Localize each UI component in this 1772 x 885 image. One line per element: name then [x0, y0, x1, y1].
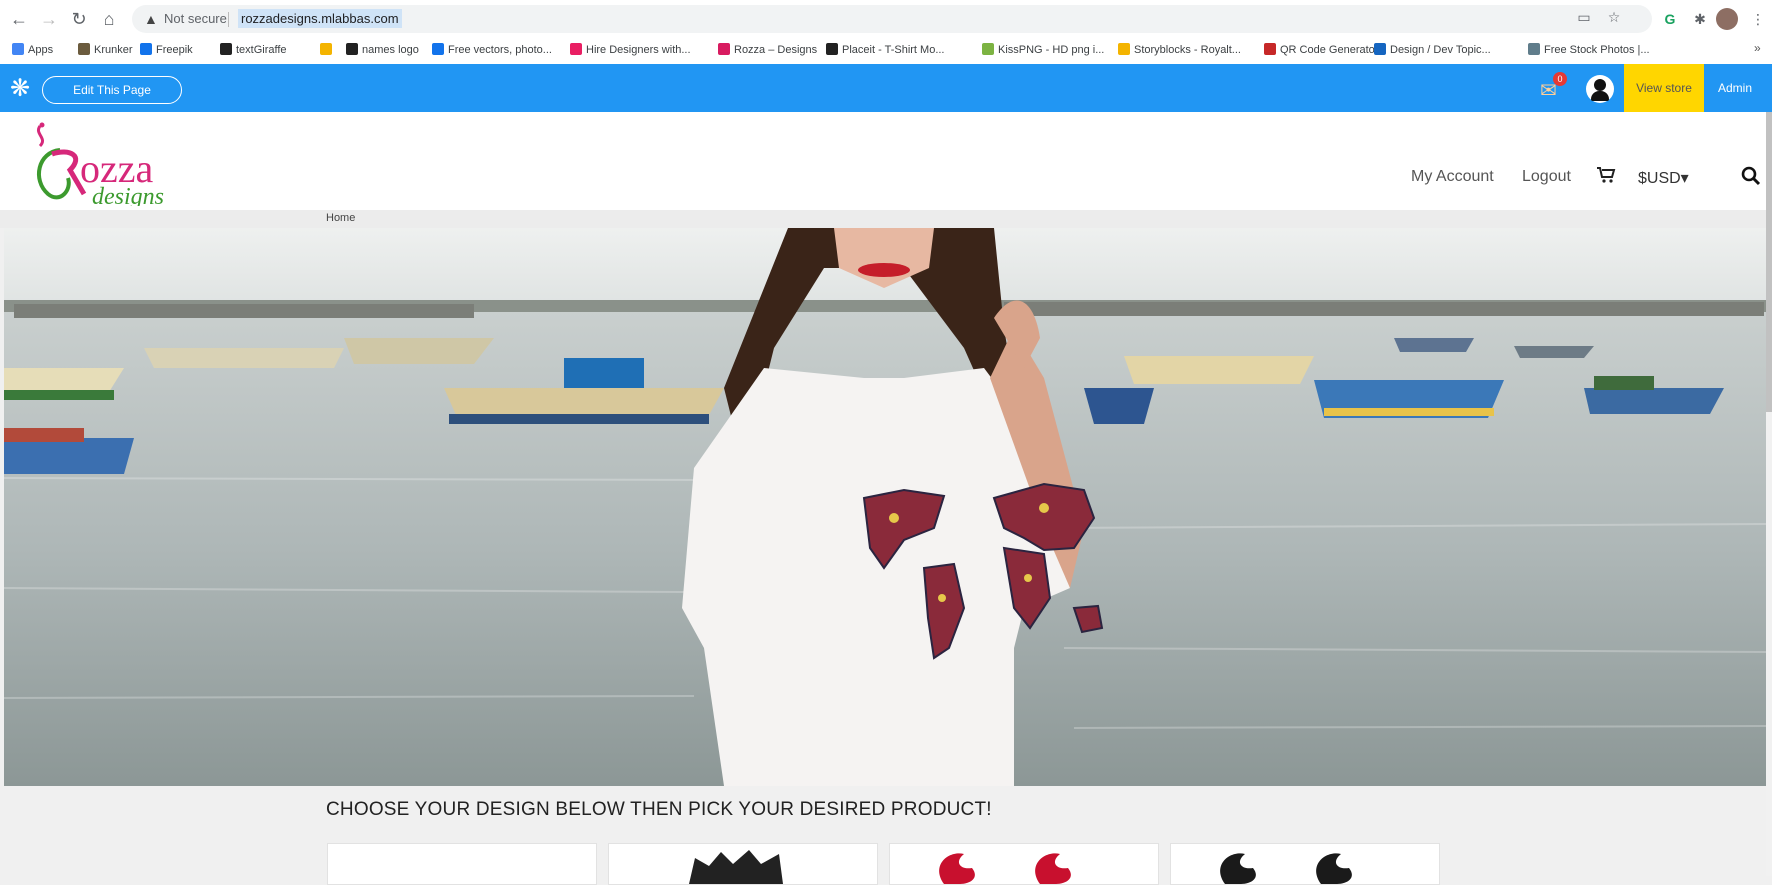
- bookmark-label: names logo: [362, 44, 419, 56]
- site-header: ozza designs: [0, 112, 1767, 210]
- profile-avatar[interactable]: [1716, 8, 1738, 30]
- bookmark-item[interactable]: Krunker: [78, 43, 133, 56]
- bookmark-favicon-icon: [826, 43, 838, 55]
- extensions-icon[interactable]: ✱: [1690, 9, 1710, 29]
- breadcrumb-home[interactable]: Home: [326, 212, 355, 224]
- bookmark-label: KissPNG - HD png i...: [998, 44, 1105, 56]
- bookmark-item[interactable]: Free Stock Photos |...: [1528, 43, 1650, 56]
- rozza-designs-logo[interactable]: ozza designs: [26, 120, 196, 206]
- forward-icon[interactable]: →: [38, 8, 60, 30]
- bookmark-label: textGiraffe: [236, 44, 287, 56]
- cart-icon[interactable]: [1596, 166, 1616, 189]
- bookmark-label: Free vectors, photo...: [448, 44, 552, 56]
- bookmark-label: Free Stock Photos |...: [1544, 44, 1650, 56]
- bookmark-favicon-icon: [1118, 43, 1130, 55]
- notification-badge: 0: [1553, 72, 1567, 86]
- design-card[interactable]: [608, 843, 878, 885]
- cast-icon[interactable]: ▭: [1574, 7, 1594, 27]
- bookmark-label: Apps: [28, 44, 54, 56]
- bookmark-item[interactable]: Freepik: [140, 43, 193, 56]
- page-scrollbar[interactable]: [1766, 112, 1772, 876]
- bookmark-label: Krunker: [94, 44, 133, 56]
- design-card[interactable]: [889, 843, 1159, 885]
- bookmark-item[interactable]: Placeit - T-Shirt Mo...: [826, 43, 945, 56]
- back-icon[interactable]: ←: [8, 8, 30, 30]
- bookmark-label: QR Code Generator: [1280, 44, 1379, 56]
- bookmark-item[interactable]: QR Code Generator: [1264, 43, 1378, 56]
- user-avatar-icon[interactable]: [1586, 75, 1614, 103]
- currency-selector[interactable]: $USD▾: [1638, 168, 1689, 188]
- browser-toolbar: ← → ↻ ⌂ ▲ Not secure rozzadesigns.mlabba…: [0, 0, 1772, 39]
- admin-link[interactable]: Admin: [1718, 64, 1752, 112]
- bookmark-label: Rozza – Designs: [734, 44, 818, 56]
- design-thumbnail: [1220, 853, 1352, 884]
- home-icon[interactable]: ⌂: [98, 8, 120, 30]
- star-icon[interactable]: ☆: [1604, 7, 1624, 27]
- bookmark-favicon-icon: [346, 43, 358, 55]
- grammarly-icon[interactable]: G: [1660, 9, 1680, 29]
- bookmark-item[interactable]: Hire Designers with...: [570, 43, 691, 56]
- bookmark-item[interactable]: names logo: [346, 43, 419, 56]
- bookmark-favicon-icon: [78, 43, 90, 55]
- bookmark-favicon-icon: [320, 43, 332, 55]
- warning-icon: ▲: [144, 11, 158, 27]
- more-bookmarks-icon[interactable]: »: [1754, 41, 1761, 55]
- bookmark-favicon-icon: [1374, 43, 1386, 55]
- bookmark-favicon-icon: [432, 43, 444, 55]
- view-store-button[interactable]: View store: [1624, 64, 1704, 112]
- divider: [228, 12, 229, 27]
- url-text[interactable]: rozzadesigns.mlabbas.com: [238, 9, 402, 28]
- bookmark-favicon-icon: [1528, 43, 1540, 55]
- bookmark-item[interactable]: [320, 43, 336, 56]
- design-card[interactable]: [327, 843, 597, 885]
- security-label: Not secure: [164, 11, 227, 26]
- my-account-link[interactable]: My Account: [1411, 168, 1494, 186]
- edit-page-button[interactable]: Edit This Page: [42, 76, 182, 104]
- section-heading: CHOOSE YOUR DESIGN BELOW THEN PICK YOUR …: [326, 799, 992, 820]
- menu-icon[interactable]: ⋮: [1748, 9, 1768, 29]
- bookmark-favicon-icon: [1264, 43, 1276, 55]
- design-thumbnail: [689, 850, 783, 884]
- bookmark-item[interactable]: Design / Dev Topic...: [1374, 43, 1491, 56]
- bookmark-favicon-icon: [12, 43, 24, 55]
- bookmark-item[interactable]: Storyblocks - Royalt...: [1118, 43, 1241, 56]
- bookmark-favicon-icon: [140, 43, 152, 55]
- logout-link[interactable]: Logout: [1522, 168, 1571, 186]
- bookmark-label: Placeit - T-Shirt Mo...: [842, 44, 945, 56]
- bookmark-favicon-icon: [982, 43, 994, 55]
- reload-icon[interactable]: ↻: [68, 8, 90, 30]
- design-card[interactable]: [1170, 843, 1440, 885]
- hero-banner-image: [4, 228, 1766, 786]
- search-icon[interactable]: [1741, 166, 1761, 186]
- bookmark-label: Hire Designers with...: [586, 44, 691, 56]
- bookmark-favicon-icon: [220, 43, 232, 55]
- bookmark-item[interactable]: Rozza – Designs: [718, 43, 817, 56]
- bookmark-favicon-icon: [570, 43, 582, 55]
- logo-text-sub: designs: [92, 184, 164, 206]
- address-bar[interactable]: ▲ Not secure rozzadesigns.mlabbas.com ▭ …: [132, 5, 1652, 33]
- platform-logo-icon[interactable]: ❋: [10, 74, 30, 103]
- bookmark-favicon-icon: [718, 43, 730, 55]
- design-thumbnail: [939, 853, 1071, 884]
- bookmark-item[interactable]: textGiraffe: [220, 43, 287, 56]
- bookmark-item[interactable]: KissPNG - HD png i...: [982, 43, 1104, 56]
- admin-bar: ❋ Edit This Page ✉ 0 View store Admin: [0, 64, 1772, 112]
- bookmark-item[interactable]: Apps: [12, 43, 53, 56]
- bookmark-item[interactable]: Free vectors, photo...: [432, 43, 552, 56]
- breadcrumb-bar: [0, 210, 1772, 228]
- bookmark-label: Design / Dev Topic...: [1390, 44, 1491, 56]
- bookmark-label: Storyblocks - Royalt...: [1134, 44, 1241, 56]
- bookmark-label: Freepik: [156, 44, 193, 56]
